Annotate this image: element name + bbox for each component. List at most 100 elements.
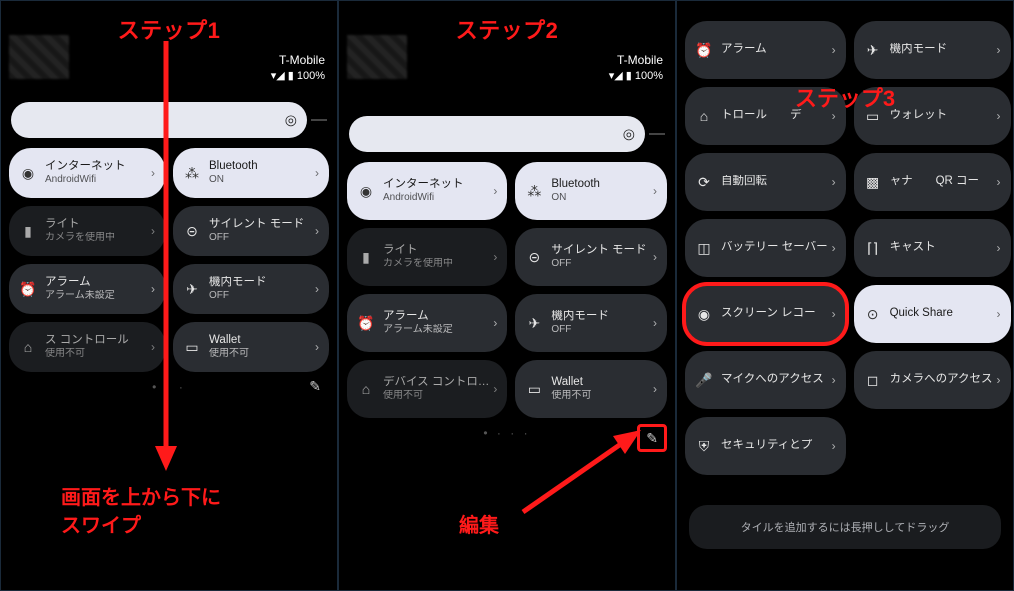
tile-battery[interactable]: ◫バッテリー セーバー› [685,219,846,277]
tile-plane[interactable]: ✈機内モード› [854,21,1011,79]
chevron-right-icon: › [997,241,1001,255]
page-indicator: • · · [5,380,333,394]
chevron-right-icon: › [315,282,319,296]
cast-icon: ⌈⌉ [864,240,882,257]
alarm-icon: ⏰ [695,42,713,59]
panel-step2: ステップ2 T-Mobile ▾◢ ▮ 100% ◎ ◉インターネットAndro… [338,0,676,591]
tile-card[interactable]: ▭Wallet使用不可› [173,322,329,372]
edit-icon-highlighted[interactable]: ✎ [637,424,667,452]
carrier-label: T-Mobile [271,53,325,67]
tile-title: ャナ QR コー [890,175,993,189]
rotate-icon: ⟳ [695,174,713,191]
tile-alarm[interactable]: ⏰アラームアラーム未設定› [9,264,165,314]
chevron-right-icon: › [832,175,836,189]
brightness-max-line [649,133,665,135]
wifi-icon: ◉ [19,165,37,182]
chevron-right-icon: › [315,166,319,180]
chevron-right-icon: › [653,316,657,330]
tile-title: ライト [45,218,147,232]
battery-label: 100% [297,70,325,82]
card-icon: ▭ [864,108,882,125]
tile-card[interactable]: ▭ ウォレット › [854,87,1011,145]
tile-title: インターネット [45,160,147,174]
edit-icon[interactable]: ✎ [309,378,321,395]
tile-title: ウォレット [890,109,993,123]
tile-title: 機内モード [890,43,993,57]
chevron-right-icon: › [653,382,657,396]
tile-record[interactable]: ◉スクリーン レコー› [685,285,846,343]
tile-bt[interactable]: ⁂BluetoothON› [173,148,329,198]
plane-icon: ✈ [183,281,201,298]
tile-title: セキュリティとプ [721,439,828,453]
tile-title: サイレント モード [209,218,311,232]
tile-title: 機内モード [551,310,649,324]
tile-home[interactable]: ⌂トロール デ› [685,87,846,145]
chevron-right-icon: › [832,109,836,123]
tile-plane[interactable]: ✈機内モードOFF› [515,294,667,352]
tile-camera[interactable]: ◻カメラへのアクセス› [854,351,1011,409]
chevron-right-icon: › [653,184,657,198]
silent-icon: ⊝ [183,223,201,240]
tile-cast[interactable]: ⌈⌉キャスト› [854,219,1011,277]
shield-icon: ⛨ [695,438,713,455]
tile-silent[interactable]: ⊝サイレント モードOFF› [173,206,329,256]
chevron-right-icon: › [997,109,1001,123]
tile-shield[interactable]: ⛨セキュリティとプ› [685,417,846,475]
tile-subtitle: 使用不可 [383,390,489,402]
tile-title: アラーム [721,43,828,57]
chevron-right-icon: › [493,184,497,198]
tile-wifi[interactable]: ◉インターネットAndroidWifi› [347,162,507,220]
tile-alarm[interactable]: ⏰アラームアラーム未設定› [347,294,507,352]
tile-subtitle: 使用不可 [45,348,147,360]
tile-title: Quick Share [890,307,993,321]
tile-title: Wallet [209,334,311,348]
tile-subtitle: アラーム未設定 [383,324,489,336]
card-icon: ▭ [525,381,543,398]
chevron-right-icon: › [493,382,497,396]
chevron-right-icon: › [997,373,1001,387]
tile-title: スクリーン レコー [721,307,828,321]
bt-icon: ⁂ [183,165,201,182]
brightness-slider[interactable]: ◎ [349,116,665,152]
wifi-icon: ◉ [357,183,375,200]
tile-plane[interactable]: ✈機内モードOFF› [173,264,329,314]
chevron-right-icon: › [832,373,836,387]
tile-mic[interactable]: 🎤マイクへのアクセス› [685,351,846,409]
brightness-slider[interactable]: ◎ [11,102,327,138]
tile-bt[interactable]: ⁂BluetoothON› [515,162,667,220]
tile-rotate[interactable]: ⟳自動回転› [685,153,846,211]
quick-tiles-grid: ◉インターネットAndroidWifi›⁂BluetoothON›▮ライトカメラ… [5,148,333,372]
tile-subtitle: OFF [551,258,649,270]
bt-icon: ⁂ [525,183,543,200]
tile-title: デバイス コントロ… [383,376,489,390]
tile-flash[interactable]: ▮ライトカメラを使用中› [347,228,507,286]
tile-subtitle: AndroidWifi [383,192,489,204]
tile-silent[interactable]: ⊝サイレント モードOFF› [515,228,667,286]
chevron-right-icon: › [151,282,155,296]
tile-home[interactable]: ⌂デバイス コントロ…使用不可› [347,360,507,418]
edit-annotation: 編集 [459,512,499,540]
tile-flash[interactable]: ▮ライトカメラを使用中› [9,206,165,256]
qr-icon: ▩ [864,174,882,191]
tile-subtitle: OFF [551,324,649,336]
tile-share[interactable]: ⊙Quick Share› [854,285,1011,343]
tile-home[interactable]: ⌂ス コントロール使用不可› [9,322,165,372]
chevron-right-icon: › [997,43,1001,57]
quick-tiles-grid: ⏰アラーム›✈機内モード›⌂トロール デ›▭ウォレット›⟳自動回転›▩ャナ QR… [681,21,1009,475]
tile-subtitle: カメラを使用中 [383,258,489,270]
tile-wifi[interactable]: ◉インターネットAndroidWifi› [9,148,165,198]
tile-title: Bluetooth [551,178,649,192]
tile-card[interactable]: ▭Wallet使用不可› [515,360,667,418]
alarm-icon: ⏰ [19,281,37,298]
camera-icon: ◻ [864,372,882,389]
tile-alarm[interactable]: ⏰ アラーム › [685,21,846,79]
tile-title: 機内モード [209,276,311,290]
quick-tiles-grid: ◉インターネットAndroidWifi›⁂BluetoothON›▮ライトカメラ… [343,162,671,418]
tile-title: Bluetooth [209,160,311,174]
page-indicator: • · · · [343,426,671,440]
chevron-right-icon: › [832,43,836,57]
tile-qr[interactable]: ▩ャナ QR コー› [854,153,1011,211]
tile-title: バッテリー セーバー [721,241,828,255]
silent-icon: ⊝ [525,249,543,266]
tile-title: ス コントロール [45,334,147,348]
